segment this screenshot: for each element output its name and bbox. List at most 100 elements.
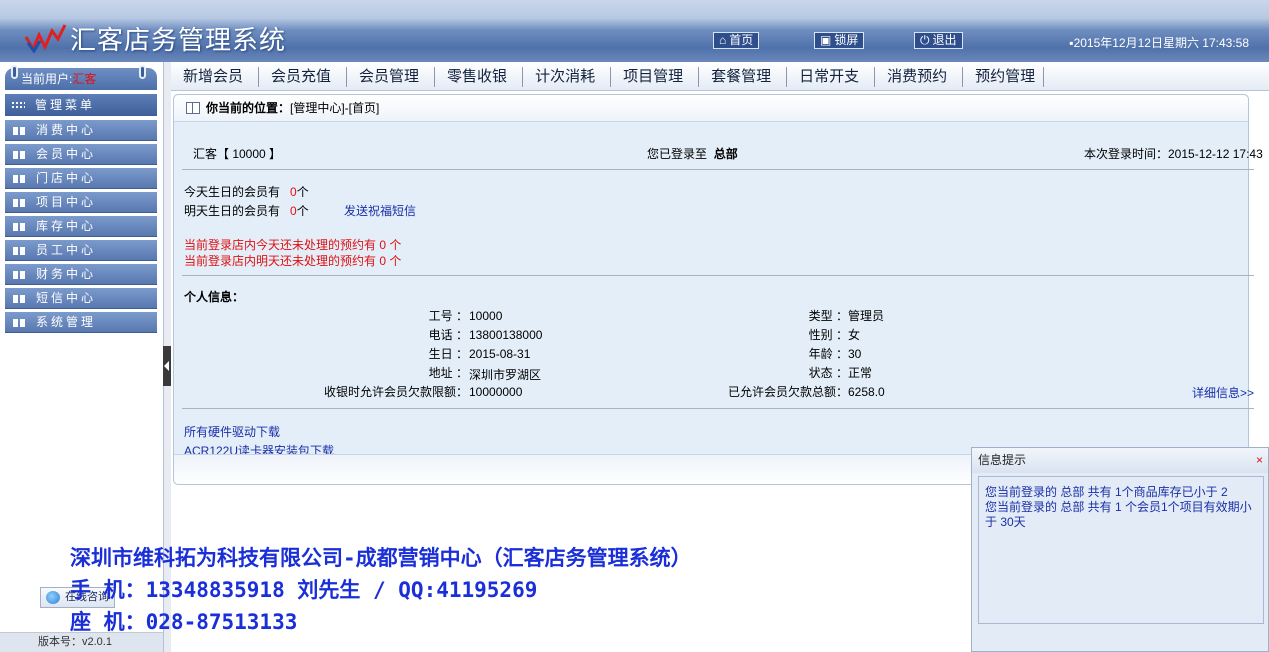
sidebar-item-label: 会员中心 (36, 147, 97, 161)
current-user-bar: 当前用户:汇客 (5, 65, 157, 90)
contact-overlay: 深圳市维科拓为科技有限公司-成都营销中心（汇客店务管理系统） 手 机：13348… (70, 542, 692, 638)
info-label: 生日 ： (428, 347, 468, 361)
list-icon (13, 127, 26, 135)
age-value: 30 (848, 347, 862, 361)
collapse-sidebar-toggle[interactable] (163, 346, 171, 386)
grid-icon (11, 101, 25, 110)
sidebar-item-consumption[interactable]: 消费中心 (5, 120, 157, 141)
info-label: 收银时允许会员欠款限额： (323, 385, 468, 399)
chat-bubble-icon (46, 591, 60, 604)
info-label: 工号 ： (428, 309, 468, 323)
sidebar-item-label: 短信中心 (36, 291, 97, 305)
appointments-today: 当前登录店内今天还未处理的预约有 0 个 (184, 238, 402, 252)
sidebar-item-finance[interactable]: 财务中心 (5, 264, 157, 285)
detail-info-link[interactable]: 详细信息>> (1192, 384, 1254, 401)
list-icon (13, 223, 26, 231)
current-user-label: 当前用户: (21, 72, 73, 86)
sidebar-item-system[interactable]: 系统管理 (5, 312, 157, 333)
login-time: 本次登录时间：2015-12-12 17:43 (1084, 147, 1263, 161)
gender-value: 女 (848, 328, 861, 342)
pin-icon (139, 65, 146, 79)
store-label: 汇客【 10000 】 (193, 147, 282, 161)
home-content: 汇客【 10000 】 您已登录至 总部 本次登录时间：2015-12-12 1… (174, 123, 1263, 458)
nav-count-consumption[interactable]: 计次消耗 (523, 66, 612, 87)
lock-button-label: 锁屏 (834, 33, 859, 47)
sidebar-item-inventory[interactable]: 库存中心 (5, 216, 157, 237)
sidebar-item-label: 员工中心 (36, 243, 97, 257)
lock-screen-button[interactable]: ▣ 锁屏 (814, 32, 865, 49)
sidebar-item-label: 财务中心 (36, 267, 97, 281)
nav-consumption-booking[interactable]: 消费预约 (875, 66, 964, 87)
birthday-tomorrow: 明天生日的会员有 0个 (184, 202, 309, 219)
debt-limit-value: 10000000 (469, 385, 523, 399)
home-button[interactable]: ⌂ 首页 (713, 32, 760, 49)
popup-message: 您当前登录的 总部 共有 1个商品库存已小于 2 (985, 485, 1228, 499)
info-label: 地址 ： (428, 366, 468, 380)
nav-package-management[interactable]: 套餐管理 (699, 66, 788, 87)
birthday-today-count: 0 (290, 185, 297, 199)
logout-button[interactable]: ⏻ 退出 (914, 32, 963, 49)
birthday-unit: 个 (296, 185, 309, 199)
phone-value: 13800138000 (469, 328, 543, 342)
sidebar-item-stores[interactable]: 门店中心 (5, 168, 157, 189)
nav-booking-management[interactable]: 预约管理 (963, 66, 1045, 87)
popup-header: 信息提示 × (972, 448, 1268, 473)
nav-member-management[interactable]: 会员管理 (347, 66, 436, 87)
nav-retail-checkout[interactable]: 零售收银 (435, 66, 524, 87)
popup-message: 您当前登录的 总部 共有 1 个会员1个项目有效期小于 30天 (985, 500, 1252, 529)
datetime-display: ▪2015年12月12日星期六 17:43:58 (1069, 34, 1249, 51)
lock-icon: ▣ (820, 33, 832, 47)
datetime-text: 2015年12月12日星期六 17:43:58 (1073, 36, 1249, 50)
nav-project-management[interactable]: 项目管理 (611, 66, 700, 87)
info-popup: 信息提示 × 您当前登录的 总部 共有 1个商品库存已小于 2 您当前登录的 总… (971, 447, 1269, 652)
power-icon: ⏻ (920, 33, 930, 47)
sidebar-item-projects[interactable]: 项目中心 (5, 192, 157, 213)
download-drivers-link[interactable]: 所有硬件驱动下载 (184, 423, 280, 440)
current-user-name: 汇客 (72, 72, 97, 86)
info-label: 年龄 ： (808, 347, 848, 361)
type-value: 管理员 (848, 309, 885, 323)
sidebar-item-label: 消费中心 (36, 123, 97, 137)
breadcrumb-path: [管理中心]-[首页] (290, 101, 380, 115)
birthday-tomorrow-count: 0 (290, 204, 297, 218)
nav-add-member[interactable]: 新增会员 (171, 66, 260, 87)
divider (182, 275, 1254, 276)
birthday-tomorrow-label: 明天生日的会员有 (184, 204, 281, 218)
nav-member-recharge[interactable]: 会员充值 (259, 66, 348, 87)
logo-chart-icon (24, 24, 67, 53)
landline-contact: 座 机：028-87513133 (70, 610, 298, 634)
list-icon (13, 295, 26, 303)
sidebar-item-label: 库存中心 (36, 219, 97, 233)
sidebar-item-label: 系统管理 (36, 315, 97, 329)
menu-title: 管理菜单 (5, 94, 157, 116)
login-location-value: 总部 (713, 147, 738, 161)
nav-daily-expenses[interactable]: 日常开支 (787, 66, 876, 87)
menu-title-label: 管理菜单 (35, 98, 96, 112)
header: 汇客店务管理系统 ⌂ 首页 ▣ 锁屏 ⏻ 退出 ▪2015年12月12日星期六 … (0, 0, 1269, 62)
info-label: 已允许会员欠款总额： (727, 385, 848, 399)
info-label: 状态 ： (808, 366, 848, 380)
birthday-value: 2015-08-31 (469, 347, 531, 361)
personal-info-title: 个人信息： (184, 290, 245, 304)
sidebar-item-sms[interactable]: 短信中心 (5, 288, 157, 309)
home-button-label: 首页 (729, 33, 754, 47)
top-nav: 新增会员 会员充值 会员管理 零售收银 计次消耗 项目管理 套餐管理 日常开支 … (171, 63, 1269, 91)
close-icon[interactable]: × (1256, 448, 1263, 473)
sidebar-item-staff[interactable]: 员工中心 (5, 240, 157, 261)
breadcrumb-label: 你当前的位置： (206, 101, 291, 115)
mobile-contact: 手 机：13348835918 刘先生 / QQ:41195269 (70, 578, 538, 602)
logo: 汇客店务管理系统 (24, 20, 286, 56)
employee-id-value: 10000 (469, 309, 503, 323)
info-label: 性别 ： (808, 328, 848, 342)
list-icon (13, 247, 26, 255)
birthday-unit: 个 (296, 204, 309, 218)
home-panel: 你当前的位置：[管理中心]-[首页] 汇客【 10000 】 您已登录至 总部 … (173, 94, 1263, 485)
send-birthday-sms-link[interactable]: 发送祝福短信 (344, 202, 416, 219)
divider (182, 169, 1254, 170)
sidebar-item-members[interactable]: 会员中心 (5, 144, 157, 165)
list-icon (13, 175, 26, 183)
address-value: 深圳市罗湖区 (469, 368, 542, 382)
list-icon (13, 199, 26, 207)
home-icon: ⌂ (719, 33, 727, 47)
appointments-tomorrow: 当前登录店内明天还未处理的预约有 0 个 (184, 254, 402, 268)
